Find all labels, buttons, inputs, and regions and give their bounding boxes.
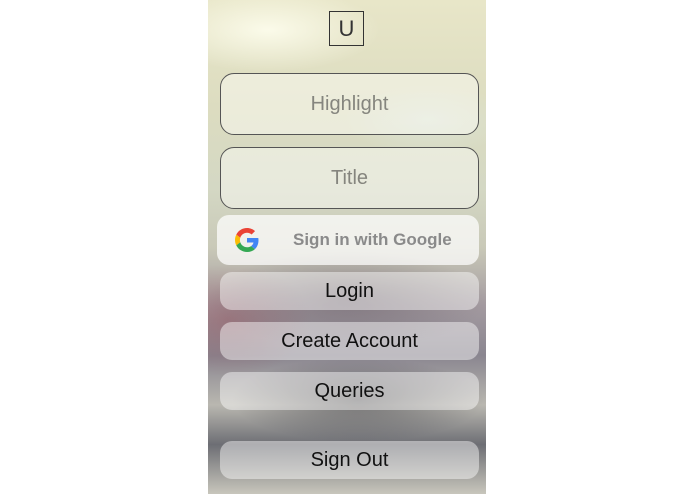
queries-label: Queries: [314, 379, 385, 402]
logo-letter: U: [338, 15, 355, 41]
create-account-button[interactable]: Create Account: [220, 322, 479, 360]
app-logo: U: [329, 11, 364, 46]
login-button[interactable]: Login: [220, 272, 479, 310]
login-label: Login: [325, 279, 374, 302]
sign-out-button[interactable]: Sign Out: [220, 441, 479, 479]
create-account-label: Create Account: [281, 329, 418, 352]
title-field-container: [220, 147, 479, 209]
highlight-input[interactable]: [221, 92, 478, 116]
google-sign-in-button[interactable]: Sign in with Google: [217, 215, 479, 265]
highlight-field-container: [220, 73, 479, 135]
title-input[interactable]: [221, 166, 478, 190]
app-screen: U Sign in with Google Login Create Accou…: [208, 0, 486, 494]
sign-out-label: Sign Out: [310, 448, 389, 471]
google-sign-in-label: Sign in with Google: [293, 230, 452, 249]
queries-button[interactable]: Queries: [220, 372, 479, 410]
google-logo-icon: [235, 228, 259, 252]
